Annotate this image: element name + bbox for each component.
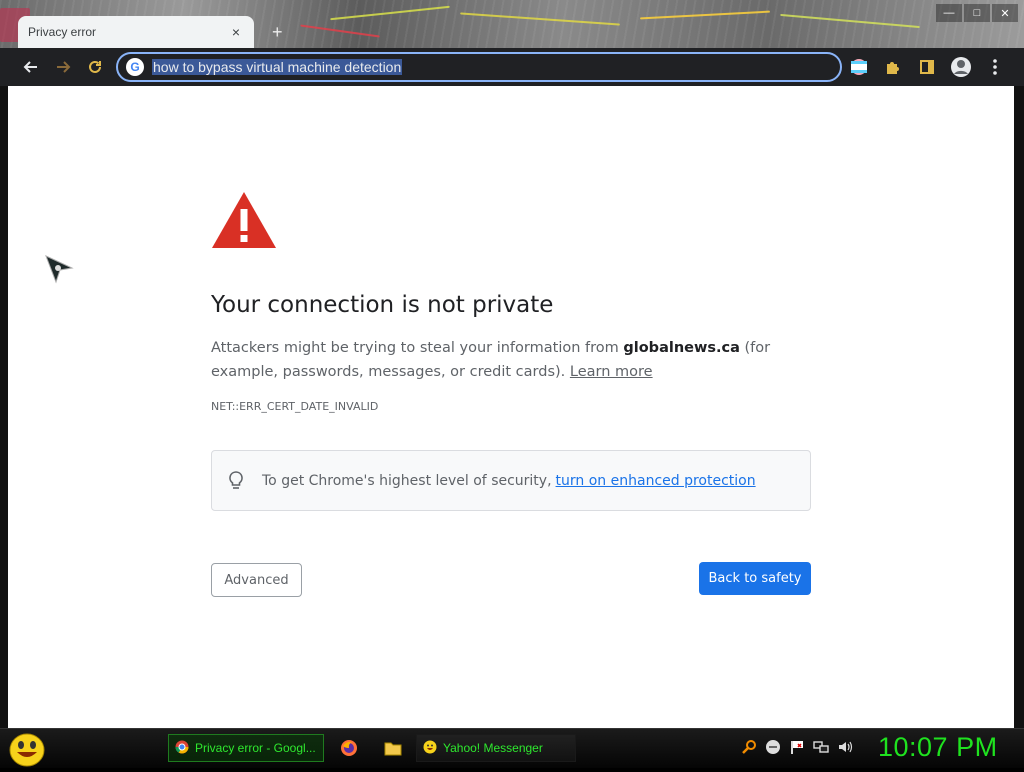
network-icon[interactable] [812, 738, 830, 756]
security-text: To get Chrome's highest level of securit… [262, 472, 552, 489]
browser-toolbar: G how to bypass virtual machine detectio… [0, 48, 1024, 86]
browser-window: Privacy error × + — □ ✕ G how to bypass … [0, 0, 1024, 728]
chrome-icon [175, 740, 189, 757]
profile-flag-icon[interactable] [844, 52, 874, 82]
domain-name: globalnews.ca [623, 340, 740, 356]
google-icon: G [126, 58, 144, 76]
tab-privacy-error[interactable]: Privacy error × [18, 16, 254, 48]
taskbar: Privacy error - Googl... Yahoo! Messenge… [0, 728, 1024, 768]
warning-triangle-icon [211, 191, 277, 254]
folder-icon[interactable] [382, 737, 404, 759]
firefox-icon[interactable] [338, 737, 360, 759]
back-arrow-icon[interactable] [16, 52, 46, 82]
close-window-button[interactable]: ✕ [992, 4, 1018, 22]
forward-arrow-icon[interactable] [48, 52, 78, 82]
error-description: Attackers might be trying to steal your … [211, 336, 811, 384]
minimize-button[interactable]: — [936, 4, 962, 22]
advanced-button[interactable]: Advanced [211, 563, 302, 597]
task-button-yahoo-messenger[interactable]: Yahoo! Messenger [416, 734, 576, 762]
description-prefix: Attackers might be trying to steal your … [211, 340, 624, 356]
enhanced-protection-box: To get Chrome's highest level of securit… [211, 450, 811, 511]
enhanced-protection-link[interactable]: turn on enhanced protection [556, 473, 756, 489]
system-clock[interactable]: 10:07 PM [878, 732, 998, 763]
extensions-puzzle-icon[interactable] [878, 52, 908, 82]
task-label: Yahoo! Messenger [443, 741, 543, 755]
volume-icon[interactable] [836, 738, 854, 756]
lightbulb-icon [228, 470, 246, 491]
new-tab-button[interactable]: + [272, 22, 283, 43]
tab-close-icon[interactable]: × [228, 24, 244, 40]
toolbar-actions [844, 52, 1010, 82]
messenger-status-icon[interactable] [764, 738, 782, 756]
maximize-button[interactable]: □ [964, 4, 990, 22]
task-label: Privacy error - Googl... [195, 741, 316, 755]
window-controls: — □ ✕ [936, 4, 1018, 22]
mouse-cursor-icon [44, 254, 74, 289]
page-title: Your connection is not private [211, 292, 554, 318]
side-panel-icon[interactable] [912, 52, 942, 82]
menu-kebab-icon[interactable] [980, 52, 1010, 82]
start-smiley-button[interactable] [8, 731, 46, 767]
interstitial-page: Your connection is not private Attackers… [8, 86, 1014, 728]
system-tray [740, 738, 854, 756]
title-bar[interactable]: Privacy error × + — □ ✕ [0, 0, 1024, 48]
tab-title: Privacy error [28, 25, 97, 39]
learn-more-link[interactable]: Learn more [570, 364, 653, 380]
reload-icon[interactable] [80, 52, 110, 82]
back-to-safety-button[interactable]: Back to safety [699, 562, 811, 595]
address-bar[interactable]: G how to bypass virtual machine detectio… [116, 52, 842, 82]
error-code[interactable]: NET::ERR_CERT_DATE_INVALID [211, 400, 378, 413]
yahoo-smiley-icon [423, 740, 437, 757]
account-avatar-icon[interactable] [946, 52, 976, 82]
search-icon[interactable] [740, 738, 758, 756]
address-bar-text[interactable]: how to bypass virtual machine detection [152, 59, 403, 75]
flag-icon[interactable] [788, 738, 806, 756]
task-button-chrome[interactable]: Privacy error - Googl... [168, 734, 324, 762]
